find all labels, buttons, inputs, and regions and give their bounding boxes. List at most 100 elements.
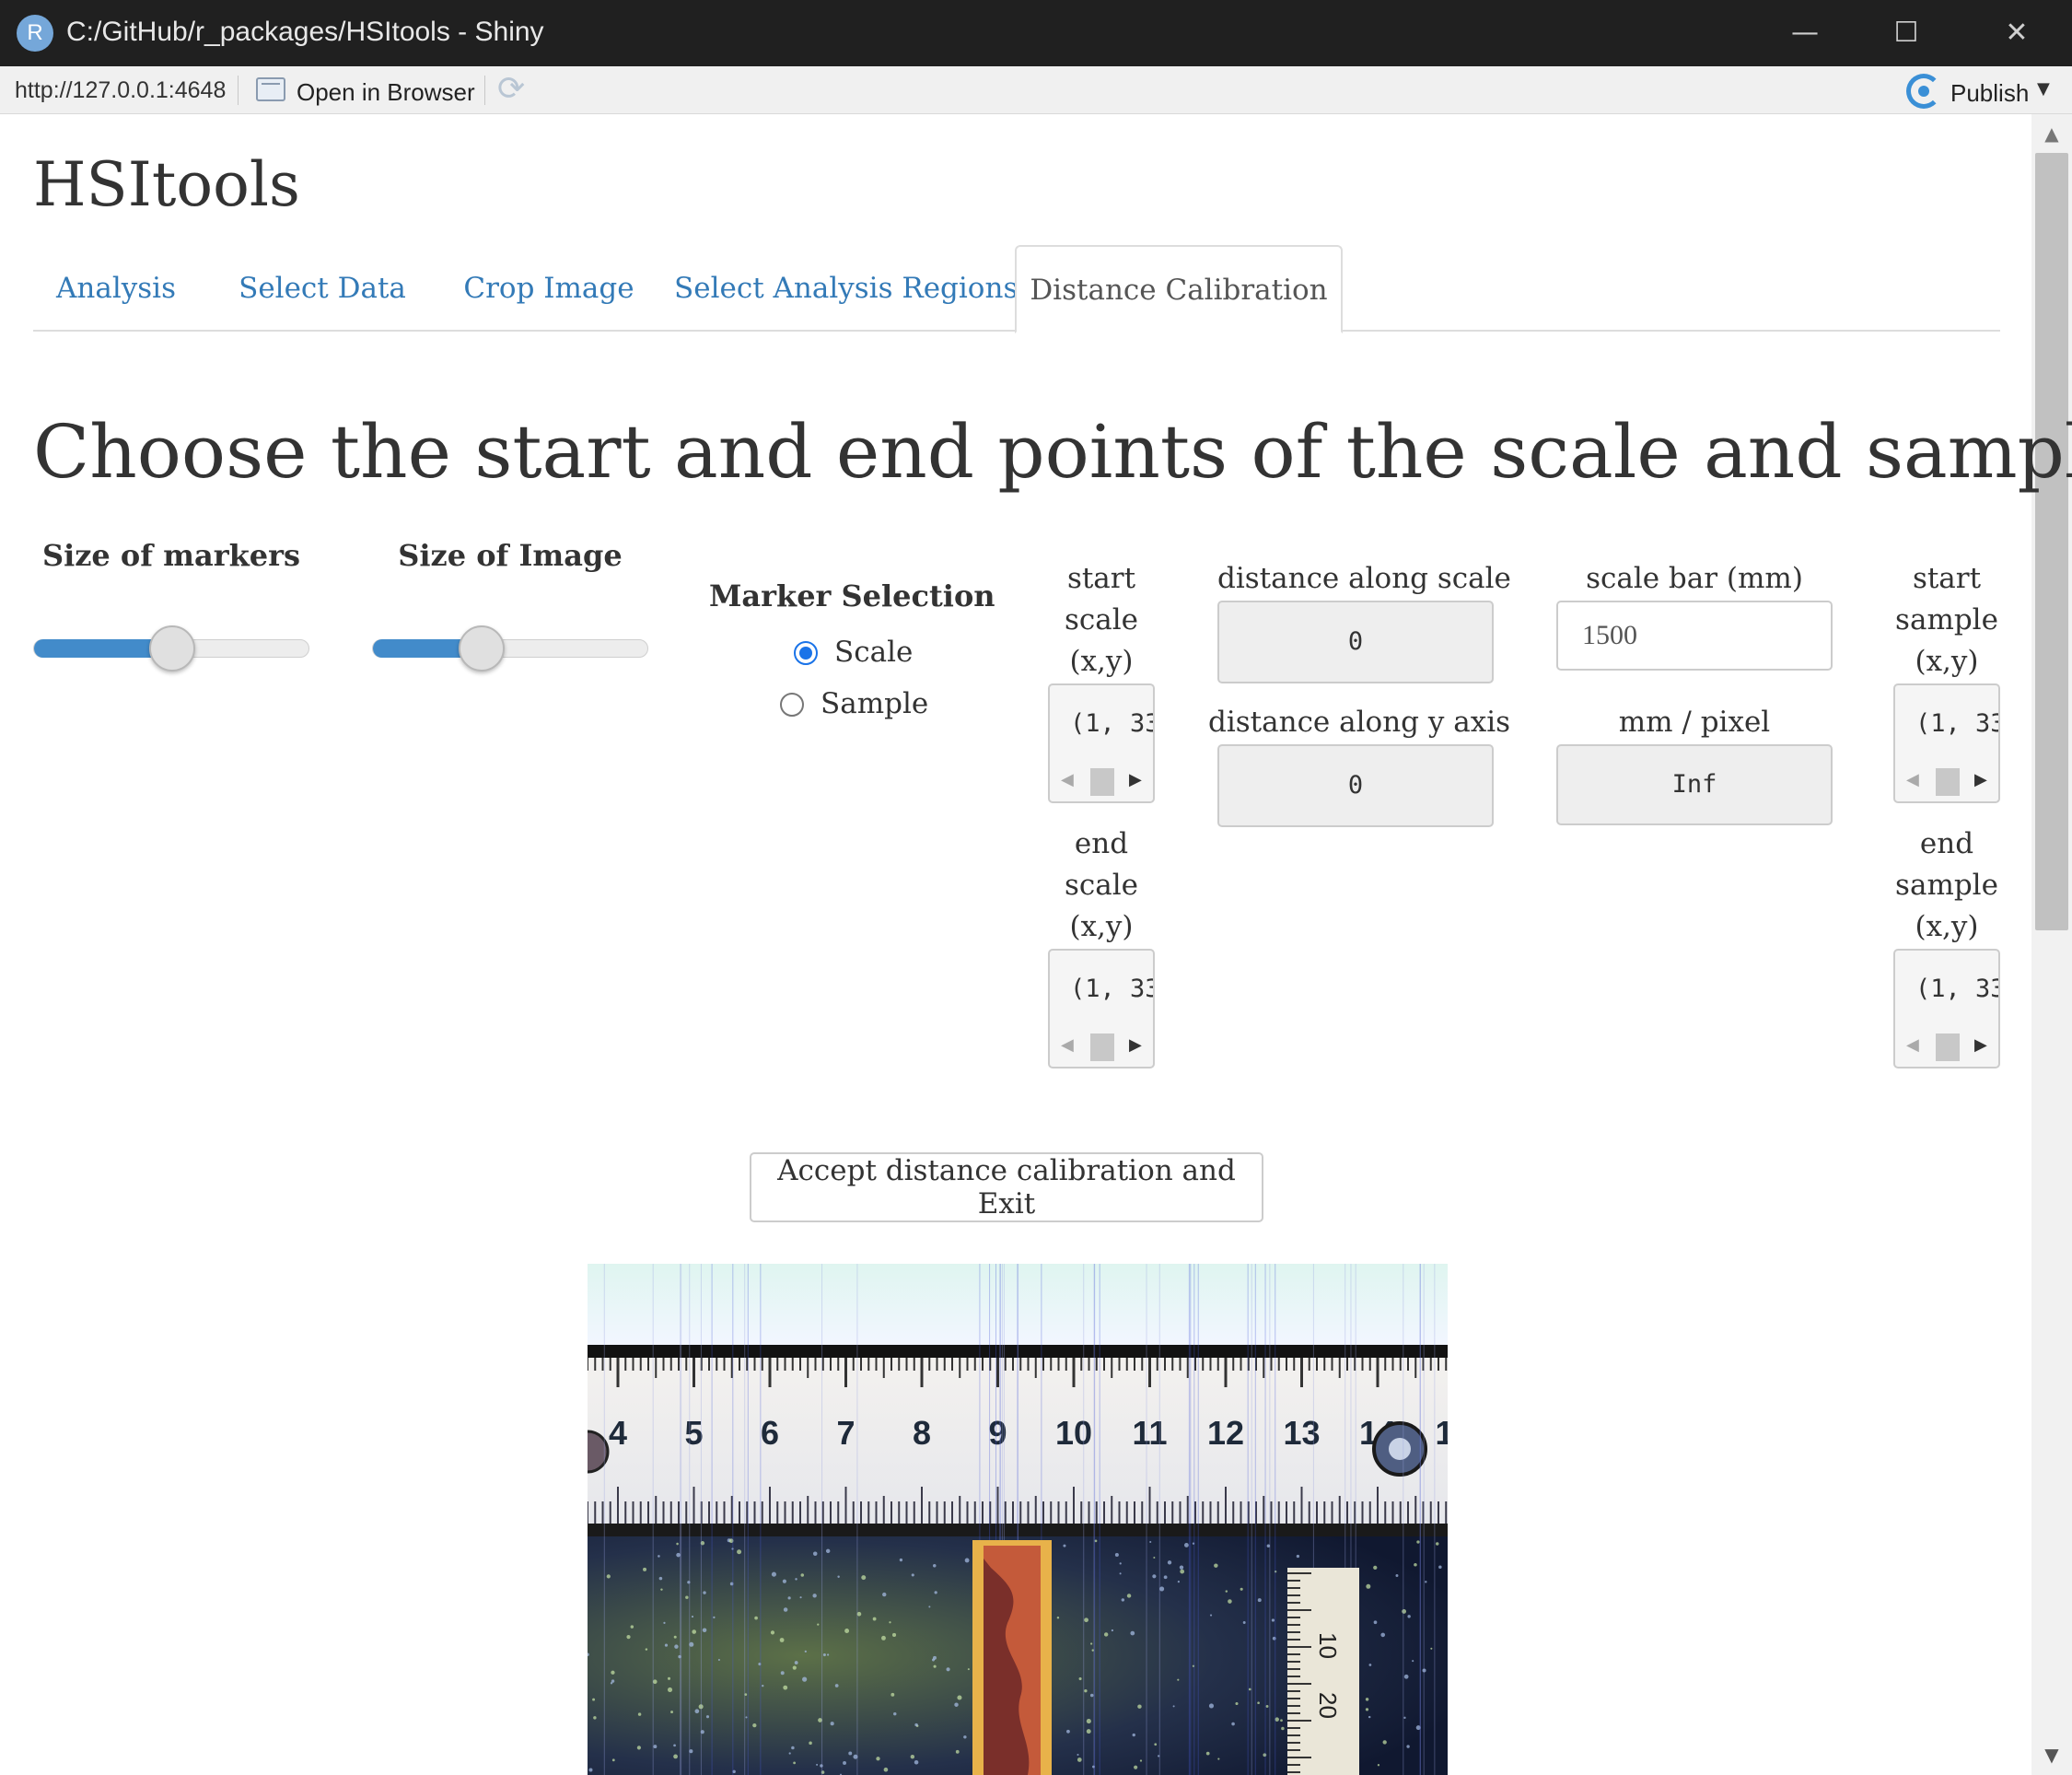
speckle [787, 1596, 791, 1600]
end-sample-output[interactable]: (1, 33 ◀ ▶ [1893, 949, 2000, 1069]
speckle [1257, 1598, 1262, 1603]
start-scale-output[interactable]: (1, 33 ◀ ▶ [1048, 683, 1155, 803]
small-ruler-number: 20 [1314, 1692, 1342, 1719]
scroll-left-icon[interactable]: ◀ [1906, 1035, 1919, 1055]
image-size-label: Size of Image [398, 538, 623, 573]
speckle [1248, 1687, 1251, 1691]
speckle [1084, 1688, 1088, 1693]
speckle [1403, 1674, 1409, 1679]
calibration-image-svg[interactable]: 456789101112131415 10 20 [588, 1264, 1448, 1775]
speckle [1365, 1708, 1369, 1711]
radio-scale-button[interactable] [794, 641, 818, 665]
radio-sample[interactable]: Sample [780, 687, 964, 724]
tab-select-data[interactable]: Select Data [232, 245, 413, 332]
scrollbar-thumb[interactable] [1090, 768, 1114, 796]
speckle [1121, 1598, 1125, 1602]
refresh-icon[interactable]: ⟳ [497, 70, 525, 108]
marker-size-slider-handle[interactable] [149, 625, 195, 671]
speckle [791, 1746, 795, 1750]
scrollbar-thumb[interactable] [2035, 153, 2068, 930]
horizontal-scrollbar[interactable]: ◀ ▶ [1053, 766, 1149, 798]
accept-calibration-button[interactable]: Accept distance calibration and Exit [750, 1152, 1263, 1222]
tab-analysis[interactable]: Analysis [53, 245, 179, 332]
tab-select-analysis-regions[interactable]: Select Analysis Regions [674, 245, 1018, 332]
speckle [812, 1594, 817, 1598]
scroll-right-icon[interactable]: ▶ [1974, 770, 1987, 789]
speckle [1217, 1757, 1220, 1760]
speckle [1077, 1757, 1082, 1762]
scroll-down-icon[interactable]: ▼ [2031, 1739, 2072, 1770]
start-sample-output[interactable]: (1, 33 ◀ ▶ [1893, 683, 2000, 803]
scrollbar-thumb[interactable] [1090, 1033, 1114, 1061]
scroll-right-icon[interactable]: ▶ [1129, 1035, 1142, 1055]
speckle [843, 1761, 846, 1765]
publish-icon[interactable] [1906, 74, 1941, 109]
speckle [592, 1698, 596, 1701]
browser-window-icon[interactable] [256, 77, 285, 101]
speckle [910, 1755, 915, 1759]
speckle [1366, 1583, 1371, 1589]
horizontal-scrollbar[interactable]: ◀ ▶ [1899, 766, 1995, 798]
ruler-number: 15 [1435, 1414, 1448, 1452]
minimize-icon[interactable]: — [1754, 0, 1856, 66]
scroll-right-icon[interactable]: ▶ [1974, 1035, 1987, 1055]
distance-along-y-label: distance along y axis [1208, 706, 1511, 739]
page-headline: Choose the start and end points of the s… [33, 409, 2072, 495]
speckle [1377, 1764, 1380, 1767]
open-in-browser-button[interactable]: Open in Browser [297, 78, 475, 107]
speckle [889, 1621, 891, 1624]
tab-distance-calibration[interactable]: Distance Calibration [1015, 245, 1343, 333]
speckle [762, 1684, 764, 1687]
calibration-image[interactable]: 456789101112131415 10 20 [588, 1264, 1448, 1775]
tab-crop-image[interactable]: Crop Image [451, 245, 646, 332]
speckle [1373, 1620, 1378, 1625]
scroll-left-icon[interactable]: ◀ [1061, 1035, 1074, 1055]
scroll-right-icon[interactable]: ▶ [1129, 770, 1142, 789]
speckle [606, 1574, 611, 1579]
distance-along-scale-label: distance along scale [1217, 562, 1511, 595]
radio-scale[interactable]: Scale [794, 636, 978, 672]
speckle [703, 1591, 706, 1594]
scale-bar-label: scale bar (mm) [1586, 562, 1803, 595]
speckle [1395, 1573, 1399, 1577]
speckle [1119, 1562, 1122, 1565]
close-icon[interactable]: ✕ [1966, 0, 2067, 66]
speckle [630, 1625, 634, 1629]
ruler-screw-center [1389, 1438, 1411, 1460]
speckle [1242, 1621, 1246, 1624]
speckle [802, 1676, 808, 1682]
end-scale-output[interactable]: (1, 33 ◀ ▶ [1048, 949, 1155, 1069]
radio-sample-button[interactable] [780, 693, 804, 717]
horizontal-scrollbar[interactable]: ◀ ▶ [1053, 1032, 1149, 1063]
chevron-down-icon[interactable]: ▼ [2037, 79, 2050, 99]
image-size-slider[interactable] [372, 639, 648, 658]
speckle [788, 1752, 791, 1755]
speckle [882, 1592, 887, 1597]
speckle [1111, 1629, 1114, 1632]
speckle [1177, 1580, 1180, 1583]
scroll-up-icon[interactable]: ▲ [2031, 118, 2072, 149]
end-sample-value: (1, 33 [1915, 975, 2000, 1003]
speckle [834, 1684, 839, 1687]
speckle [954, 1702, 959, 1707]
horizontal-scrollbar[interactable]: ◀ ▶ [1899, 1032, 1995, 1063]
speckle [770, 1630, 775, 1635]
speckle [1180, 1569, 1185, 1574]
speckle [946, 1667, 950, 1672]
scroll-left-icon[interactable]: ◀ [1061, 770, 1074, 789]
image-size-slider-handle[interactable] [459, 625, 505, 671]
scale-bar-input[interactable]: 1500 [1556, 601, 1833, 671]
speckle [1134, 1765, 1138, 1769]
speckle [1177, 1678, 1180, 1681]
publish-button[interactable]: Publish [1950, 79, 2029, 108]
speckle [1137, 1704, 1142, 1709]
scrollbar-thumb[interactable] [1936, 1033, 1960, 1061]
start-scale-value: (1, 33 [1070, 709, 1155, 738]
toolbar-divider [238, 76, 239, 105]
small-ruler [1287, 1568, 1359, 1775]
maximize-icon[interactable]: ☐ [1856, 0, 1957, 66]
speckle [1078, 1676, 1082, 1681]
speckle [643, 1567, 647, 1571]
scroll-left-icon[interactable]: ◀ [1906, 770, 1919, 789]
scrollbar-thumb[interactable] [1936, 768, 1960, 796]
